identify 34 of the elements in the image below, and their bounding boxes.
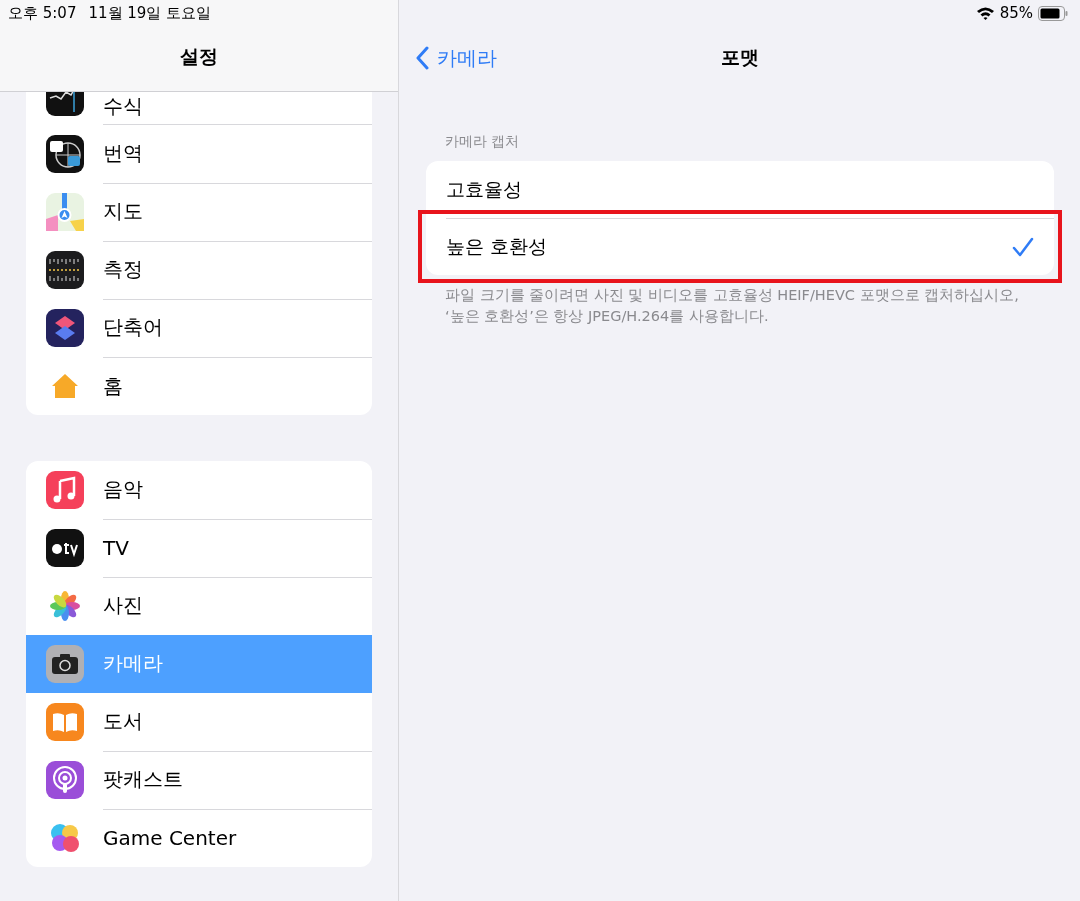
- settings-item[interactable]: 음악: [26, 461, 372, 519]
- section-footer: 파일 크기를 줄이려면 사진 및 비디오를 고효율성 HEIF/HEVC 포맷으로 캡처하십시오, ‘높은 호환성’은 항상 JPEG/H.264를 사용합니다.: [426, 275, 1054, 327]
- music-note-icon: [46, 471, 84, 509]
- camera-icon: [46, 645, 84, 683]
- settings-item[interactable]: TV: [26, 519, 372, 577]
- settings-item[interactable]: 도서: [26, 693, 372, 751]
- podcast-icon: [46, 761, 84, 799]
- settings-item[interactable]: 측정: [26, 241, 372, 299]
- tv-icon: [46, 529, 84, 567]
- settings-item[interactable]: 수식: [26, 92, 372, 125]
- page-title: 포맷: [720, 45, 759, 70]
- ruler-icon: [46, 251, 84, 289]
- settings-item[interactable]: 지도: [26, 183, 372, 241]
- option-row[interactable]: 고효율성: [426, 161, 1054, 218]
- chevron-left-icon: [415, 46, 429, 70]
- section-header: 카메라 캡처: [444, 133, 520, 151]
- stock-chart-icon: [46, 92, 84, 116]
- battery-icon: [1038, 5, 1068, 21]
- settings-item[interactable]: Game Center: [26, 809, 372, 867]
- option-row[interactable]: 높은 호환성: [426, 218, 1054, 275]
- book-icon: [46, 703, 84, 741]
- settings-item[interactable]: 번역: [26, 125, 372, 183]
- globe-icon: [46, 135, 84, 173]
- battery-percent: 85%: [999, 4, 1033, 22]
- status-time: 오후 5:07: [8, 4, 77, 24]
- layers-icon: [46, 309, 84, 347]
- back-button[interactable]: 카메라: [415, 44, 497, 72]
- sidebar-title: 설정: [180, 44, 218, 69]
- map-icon: [46, 193, 84, 231]
- status-date: 11월 19일 토요일: [88, 4, 212, 24]
- wifi-icon: [975, 6, 995, 20]
- settings-item[interactable]: 홈: [26, 357, 372, 415]
- settings-item[interactable]: 단축어: [26, 299, 372, 357]
- settings-item[interactable]: 팟캐스트: [26, 751, 372, 809]
